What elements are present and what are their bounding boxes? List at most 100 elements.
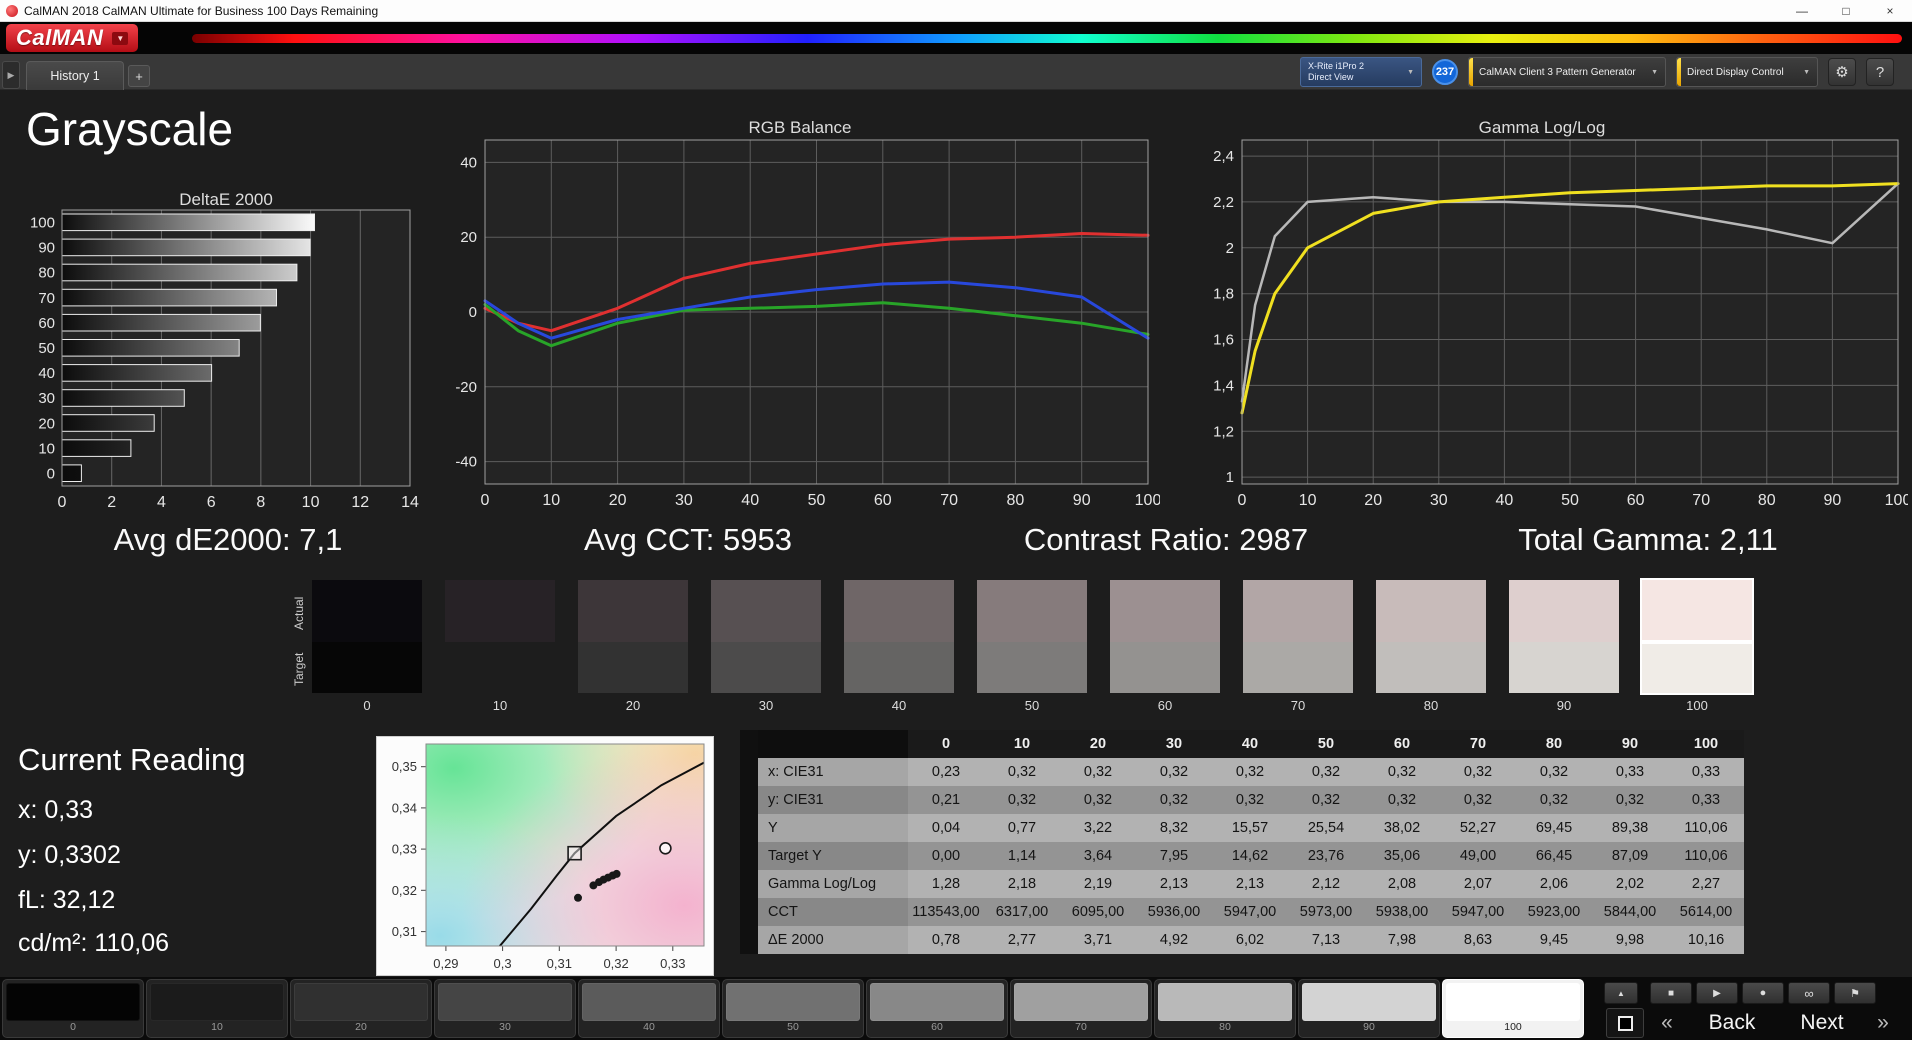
swatch-label: 10 [492,698,508,713]
swatch-actual-color [1110,580,1220,642]
svg-text:20: 20 [38,415,55,432]
table-cell: 0,04 [908,814,984,842]
swatch-target-color [1243,642,1353,693]
chevron-down-icon: ▼ [1803,68,1810,76]
swatch-target-color [578,642,688,693]
calman-menu-button[interactable]: CalMAN ▼ [6,24,139,52]
window-title: CalMAN 2018 CalMAN Ultimate for Business… [24,3,379,18]
table-cell: 0,32 [1440,758,1516,786]
svg-text:0,31: 0,31 [392,924,417,939]
help-button[interactable]: ? [1866,58,1894,86]
calman-window: CalMAN 2018 CalMAN Ultimate for Business… [0,0,1912,1040]
patch-label: 10 [211,1021,223,1033]
table-cell: 14,62 [1212,842,1288,870]
play-icon[interactable]: ▶ [1696,982,1738,1004]
svg-text:90: 90 [38,240,55,257]
table-cell: 5938,00 [1364,898,1440,926]
stop-icon[interactable]: ■ [1650,982,1692,1004]
tab-scroll-button[interactable]: ▶ [2,61,20,89]
minimize-button[interactable]: — [1780,0,1824,21]
pattern-patch-100[interactable]: 100 [1442,979,1584,1038]
table-cell: 10,16 [1668,926,1744,954]
meter-dropdown[interactable]: X-Rite i1Pro 2 Direct View ▼ [1300,57,1422,87]
pattern-patch-40[interactable]: 40 [578,979,720,1038]
svg-text:1: 1 [1226,469,1234,486]
back-button[interactable]: Back [1688,1009,1776,1037]
table-row: CCT 113543,00 6317,00 6095,00 5936,00 5947,00… [758,898,1744,926]
gamma-chart: 0 10 20 30 40 50 60 70 80 90 100 2,4 2,2 2 1,8 1,6 1,4 1,… [1213,139,1908,509]
pattern-generator-dropdown[interactable]: CalMAN Client 3 Pattern Generator ▼ [1468,57,1666,87]
table-cell: 7,95 [1136,842,1212,870]
svg-text:20: 20 [460,229,477,246]
svg-text:0: 0 [58,494,67,511]
deltae-bar-chart: 0 2 4 6 8 10 12 141009080706050403020100 [30,209,419,511]
swatch-70: 70 [1243,580,1353,713]
table-cell: 87,09 [1592,842,1668,870]
patch-label: 20 [355,1021,367,1033]
eject-icon[interactable]: ▲ [1604,982,1638,1004]
table-header-row: 0 10 20 30 40 50 60 70 80 90 100 [758,730,1744,758]
swatch-row: 0 10 20 30 40 50 60 70 80 90 100 [312,578,1754,713]
record-icon[interactable]: ● [1742,982,1784,1004]
pattern-patch-70[interactable]: 70 [1010,979,1152,1038]
svg-text:14: 14 [401,494,419,511]
pattern-patch-20[interactable]: 20 [290,979,432,1038]
svg-text:2: 2 [1226,240,1234,257]
svg-text:-40: -40 [455,454,477,471]
display-control-dropdown[interactable]: Direct Display Control ▼ [1676,57,1818,87]
svg-text:10: 10 [542,492,560,509]
tab-bar: ▶ History 1 + X-Rite i1Pro 2 Direct View… [0,54,1912,90]
next-chevron-icon[interactable]: » [1866,1009,1900,1037]
patch-color [294,983,428,1021]
back-chevron-icon[interactable]: « [1650,1009,1684,1037]
swatch-target-color [312,642,422,693]
measurement-table: 0 10 20 30 40 50 60 70 80 90 100 x: CIE31 0,23 0,32 0,… [758,730,1744,954]
pattern-patch-90[interactable]: 90 [1298,979,1440,1038]
table-cell: 1,14 [984,842,1060,870]
table-cell: 0,32 [1060,758,1136,786]
svg-text:10: 10 [302,494,320,511]
table-cell: 0,32 [984,758,1060,786]
pattern-patch-50[interactable]: 50 [722,979,864,1038]
chevron-down-icon: ▼ [1407,68,1414,76]
table-cell: 0,32 [1212,786,1288,814]
maximize-button[interactable]: □ [1824,0,1868,21]
gear-icon[interactable]: ⚙ [1828,58,1856,86]
tab-history-1[interactable]: History 1 [26,61,124,90]
row-label: CCT [758,898,908,926]
swatch-label: 80 [1423,698,1439,713]
avg-de2000-stat: Avg dE2000: 7,1 [113,522,343,557]
svg-text:0,32: 0,32 [392,883,417,898]
svg-text:70: 70 [1692,492,1710,509]
loop-icon[interactable]: ∞ [1788,982,1830,1004]
swatch-40: 40 [844,580,954,713]
flag-icon[interactable]: ⚑ [1834,982,1876,1004]
pattern-patch-10[interactable]: 10 [146,979,288,1038]
swatch-target-color [844,642,954,693]
close-button[interactable]: × [1868,0,1912,21]
add-tab-button[interactable]: + [128,65,150,87]
next-button[interactable]: Next [1782,1009,1862,1037]
svg-text:50: 50 [808,492,826,509]
row-label: x: CIE31 [758,758,908,786]
svg-text:50: 50 [1561,492,1579,509]
pattern-patch-60[interactable]: 60 [866,979,1008,1038]
table-cell: 0,77 [984,814,1060,842]
pattern-window-button[interactable] [1606,1008,1644,1038]
patch-label: 30 [499,1021,511,1033]
accent-stripe [1677,58,1681,86]
svg-text:1,6: 1,6 [1213,332,1234,349]
pattern-patch-30[interactable]: 30 [434,979,576,1038]
swatch-target-color [1110,642,1220,693]
patch-color [150,983,284,1021]
current-reading-fl: fL: 32,12 [18,886,116,914]
meter-count-badge[interactable]: 237 [1432,59,1458,85]
table-cell: 5947,00 [1212,898,1288,926]
pattern-patch-80[interactable]: 80 [1154,979,1296,1038]
row-label: y: CIE31 [758,786,908,814]
table-cell: 5936,00 [1136,898,1212,926]
table-column-header: 50 [1288,730,1364,758]
pattern-patch-0[interactable]: 0 [2,979,144,1038]
row-label: Target Y [758,842,908,870]
chevron-down-icon: ▼ [1651,68,1658,76]
